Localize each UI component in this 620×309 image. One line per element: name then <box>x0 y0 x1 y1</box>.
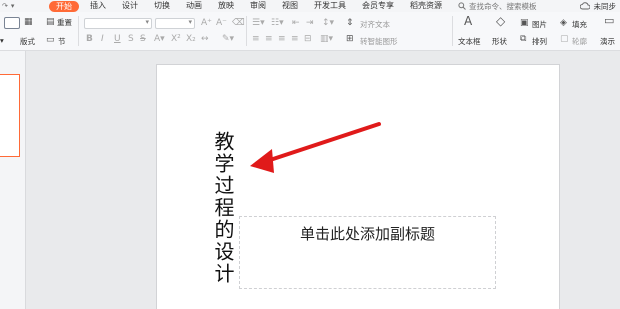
red-arrow-icon <box>250 122 381 173</box>
